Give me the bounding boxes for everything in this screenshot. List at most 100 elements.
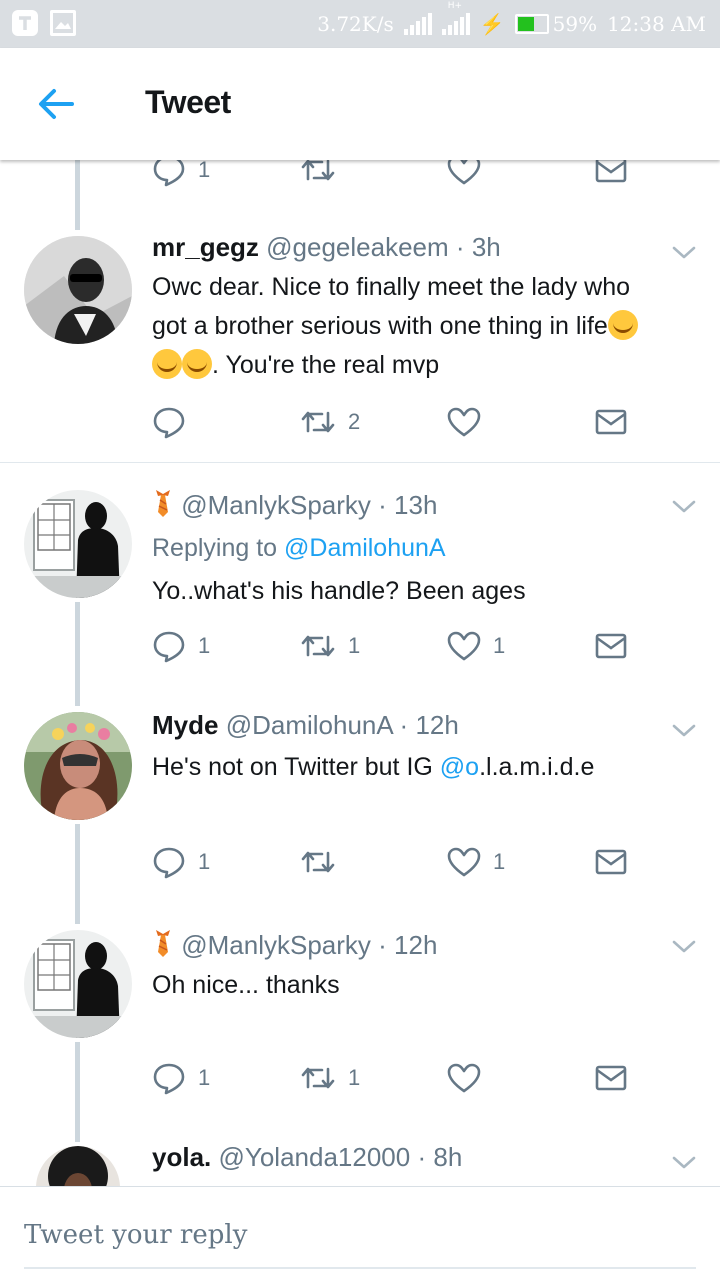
status-indicators: 3.72K/s H+ ⚡ 59% 12:38 AM xyxy=(317,1,706,38)
separator-dot: · xyxy=(378,490,387,520)
user-handle[interactable]: @Yolanda12000 xyxy=(218,1142,410,1172)
retweet-button[interactable]: 2 xyxy=(300,404,360,440)
retweet-icon xyxy=(301,160,335,181)
reply-icon xyxy=(153,847,185,879)
tweet-header: yola. @Yolanda12000 · 8h xyxy=(152,1142,462,1173)
page-title: Tweet xyxy=(145,84,231,120)
dm-button[interactable] xyxy=(595,404,627,440)
reply-icon xyxy=(153,1063,185,1095)
avatar[interactable] xyxy=(24,712,132,820)
user-handle[interactable]: @ManlykSparky xyxy=(181,930,371,960)
chevron-down-icon[interactable] xyxy=(672,724,696,738)
like-button[interactable]: 1 xyxy=(447,628,505,664)
battery-level: 59% xyxy=(552,12,598,36)
clock: 12:38 AM xyxy=(607,12,706,36)
avatar[interactable] xyxy=(24,236,132,344)
reply-icon xyxy=(153,407,185,439)
necktie-emoji-icon xyxy=(156,930,170,957)
heart-icon xyxy=(447,1063,481,1093)
signal-icon xyxy=(403,13,432,35)
thread-line xyxy=(75,824,80,924)
like-button[interactable] xyxy=(447,404,493,440)
signal-hplus-icon: H+ xyxy=(441,1,470,35)
tweet-header: mr_gegz @gegeleakeem · 3h xyxy=(152,232,501,263)
reply-bar xyxy=(0,1186,720,1281)
back-arrow-icon xyxy=(39,89,74,119)
reply-count: 1 xyxy=(198,633,211,658)
mention-link[interactable]: @o xyxy=(440,753,479,781)
chevron-down-icon[interactable] xyxy=(672,500,696,514)
tweet-text: He's not on Twitter but IG @o.l.a.m.i.d.… xyxy=(152,748,692,787)
retweet-count: 1 xyxy=(348,1065,361,1090)
necktie-emoji-icon xyxy=(156,490,170,517)
heart-icon xyxy=(447,631,481,661)
user-handle[interactable]: @DamilohunA xyxy=(226,710,393,740)
retweet-button[interactable]: 1 xyxy=(300,1060,360,1096)
thread-line xyxy=(75,602,80,706)
avatar[interactable] xyxy=(24,930,132,1038)
replying-to-handle[interactable]: @DamilohunA xyxy=(284,534,446,562)
retweet-icon xyxy=(301,851,335,873)
dm-button[interactable] xyxy=(595,1060,627,1096)
user-handle[interactable]: @ManlykSparky xyxy=(181,490,371,520)
retweet-button[interactable]: 1 xyxy=(300,628,360,664)
tweet-time: 12h xyxy=(415,710,459,740)
avatar[interactable] xyxy=(24,490,132,598)
divider xyxy=(0,462,720,463)
tweet-time: 3h xyxy=(471,232,501,262)
replying-prefix: Replying to xyxy=(152,534,278,562)
reply-button[interactable]: 1 xyxy=(152,160,210,188)
replying-to: Replying to @DamilohunA xyxy=(152,534,446,563)
tweet-header: @ManlykSparky · 13h xyxy=(152,488,437,521)
retweet-button[interactable] xyxy=(300,160,336,188)
reply-button[interactable]: 1 xyxy=(152,1060,210,1096)
like-button[interactable] xyxy=(447,160,481,188)
tweet-time: 8h xyxy=(433,1142,463,1172)
reply-button[interactable]: 1 xyxy=(152,628,210,664)
charging-icon: ⚡ xyxy=(479,12,505,36)
thread-line xyxy=(75,160,80,230)
user-handle[interactable]: @gegeleakeem xyxy=(266,232,449,262)
separator-dot: · xyxy=(399,710,409,740)
reply-input[interactable] xyxy=(24,1215,696,1255)
display-name[interactable]: yola. xyxy=(152,1142,211,1172)
tweet-time: 13h xyxy=(394,490,438,520)
retweet-icon xyxy=(301,635,335,657)
dm-button[interactable] xyxy=(595,844,627,880)
retweet-button[interactable] xyxy=(300,844,348,880)
tweet-actions: 1 1 1 xyxy=(152,628,632,664)
like-button[interactable] xyxy=(447,1060,493,1096)
tweet-header: @ManlykSparky · 12h xyxy=(152,928,437,961)
tweet-thread[interactable]: 1 mr_gegz @gegeleakeem · 3h Owc dear. Ni… xyxy=(0,160,720,1186)
separator-dot: · xyxy=(455,232,465,262)
tweet-text-part: .l.a.m.i.d.e xyxy=(479,753,595,781)
reply-button[interactable]: 1 xyxy=(152,844,210,880)
retweet-icon xyxy=(301,411,335,433)
image-notification-icon xyxy=(50,10,76,36)
retweet-count: 2 xyxy=(348,409,361,434)
tweet-text-line: Owc dear. Nice to finally meet the lady … xyxy=(152,273,631,301)
display-name[interactable]: Myde xyxy=(152,710,218,740)
dm-button[interactable] xyxy=(595,628,627,664)
separator-dot: · xyxy=(378,930,387,960)
hugging-emoji-icon xyxy=(607,310,638,340)
display-name[interactable]: mr_gegz xyxy=(152,232,259,262)
chevron-down-icon[interactable] xyxy=(672,246,696,260)
dm-button[interactable] xyxy=(595,160,627,188)
avatar[interactable] xyxy=(36,1146,120,1186)
chevron-down-icon[interactable] xyxy=(672,1156,696,1170)
like-button[interactable]: 1 xyxy=(447,844,505,880)
like-count: 1 xyxy=(493,849,506,874)
back-button[interactable] xyxy=(32,84,80,124)
tweet-time: 12h xyxy=(394,930,438,960)
chevron-down-icon[interactable] xyxy=(672,940,696,954)
reply-icon xyxy=(153,160,185,187)
envelope-icon xyxy=(595,1065,627,1091)
separator-dot: · xyxy=(417,1142,427,1172)
reply-count: 1 xyxy=(198,849,211,874)
tweet-actions: 2 xyxy=(152,404,632,440)
like-count: 1 xyxy=(493,633,506,658)
reply-button[interactable] xyxy=(152,404,198,440)
retweet-icon xyxy=(301,1067,335,1089)
reply-input-underline xyxy=(24,1267,696,1269)
